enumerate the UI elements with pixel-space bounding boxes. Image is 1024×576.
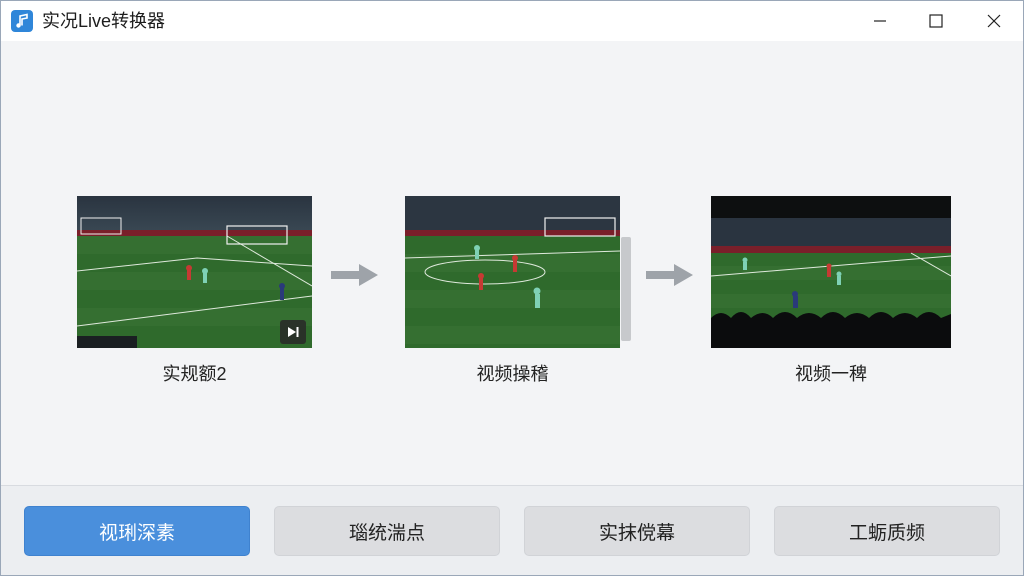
arrow-right-icon (646, 263, 694, 292)
close-button[interactable] (965, 1, 1023, 41)
window-title: 实况Live转换器 (42, 11, 166, 31)
play-skip-icon[interactable] (280, 320, 306, 344)
step-processing[interactable]: 视频操稽 (405, 196, 620, 386)
maximize-button[interactable] (907, 1, 965, 41)
step-source[interactable]: 实规额2 (77, 196, 312, 386)
step-label: 实规额2 (162, 364, 227, 384)
action-button-4[interactable]: 工蛎质频 (774, 506, 1000, 556)
close-icon (987, 14, 1001, 28)
video-thumbnail[interactable] (405, 196, 620, 348)
title-bar: 实况Live转换器 (1, 1, 1023, 41)
app-music-icon (11, 10, 33, 32)
action-button-3[interactable]: 实抹傥幕 (524, 506, 750, 556)
arrow-right-icon (331, 263, 379, 292)
action-bar: 视琍深素 瑙统湍点 实抹傥幕 工蛎质频 (1, 486, 1023, 575)
video-thumbnail[interactable] (711, 196, 951, 348)
action-button-primary[interactable]: 视琍深素 (24, 506, 250, 556)
minimize-icon (874, 20, 886, 22)
step-label: 视频操稽 (476, 364, 549, 384)
video-thumbnail[interactable] (77, 196, 312, 348)
action-button-2[interactable]: 瑙统湍点 (274, 506, 500, 556)
maximize-icon (929, 14, 943, 28)
step-output[interactable]: 视频一稗 (711, 196, 951, 386)
workflow-area: 实规额2 视频操稽 视频一稗 (1, 41, 1023, 485)
scrollbar-thumb[interactable] (621, 237, 631, 341)
minimize-button[interactable] (851, 1, 909, 41)
app-window: 实况Live转换器 实规额2 视频操稽 视频一稗 视琍深素 瑙统湍点 实抹傥幕 … (0, 0, 1024, 576)
step-label: 视频一稗 (795, 364, 867, 384)
